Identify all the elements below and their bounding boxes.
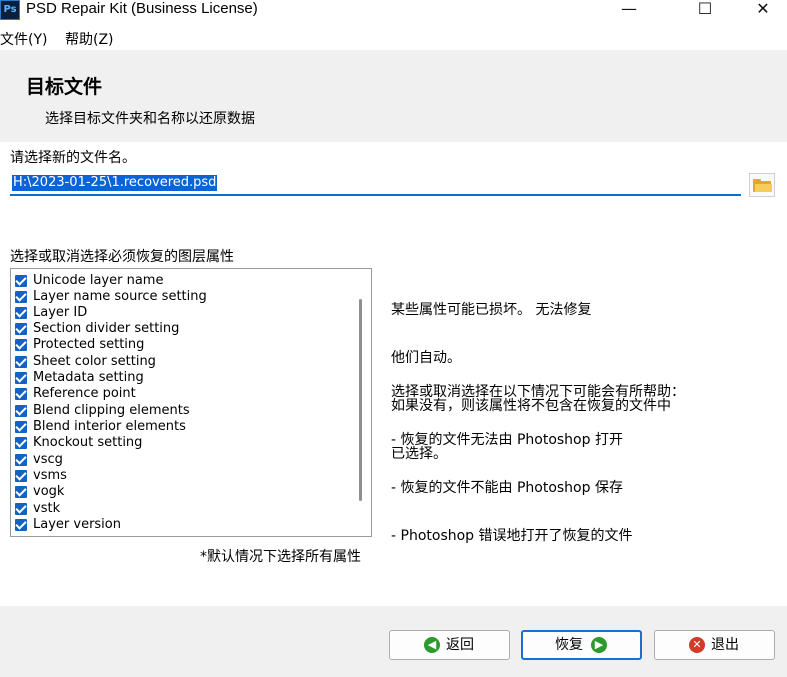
checkbox-checked[interactable] (15, 405, 27, 417)
app-icon: Ps (0, 0, 20, 20)
filename-input[interactable]: H:\2023-01-25\1.recovered.psd (10, 172, 741, 196)
window-title: PSD Repair Kit (Business License) (26, 0, 258, 17)
help-text-cases: 选择或取消选择在以下情况下可能会有所帮助： - 恢复的文件无法由 Photosh… (391, 384, 685, 544)
checkbox-checked[interactable] (15, 519, 27, 531)
wizard-header: 目标文件 选择目标文件夹和名称以还原数据 (0, 50, 787, 142)
checkbox-checked[interactable] (15, 470, 27, 482)
close-icon: ✕ (756, 0, 770, 18)
back-button[interactable]: ◀ 返回 (389, 630, 510, 660)
recover-button[interactable]: 恢复 ▶ (521, 630, 642, 660)
checkbox-checked[interactable] (15, 339, 27, 351)
checkbox-checked[interactable] (15, 421, 27, 433)
maximize-button[interactable]: ☐ (682, 0, 728, 20)
checkbox-checked[interactable] (15, 323, 27, 335)
filename-label: 请选择新的文件名。 (10, 150, 136, 166)
checkbox-checked[interactable] (15, 275, 27, 287)
list-scrollbar[interactable] (359, 299, 362, 501)
page-subtitle: 选择目标文件夹和名称以还原数据 (45, 111, 255, 127)
maximize-icon: ☐ (697, 0, 713, 18)
exit-button[interactable]: ✕ 退出 (654, 630, 775, 660)
attributes-checklist: Unicode layer name Layer name source set… (10, 268, 372, 537)
checkbox-checked[interactable] (15, 437, 27, 449)
page-title: 目标文件 (26, 76, 103, 98)
attributes-label: 选择或取消选择必须恢复的图层属性 (10, 249, 234, 265)
checkbox-checked[interactable] (15, 503, 27, 515)
menu-help[interactable]: 帮助(Z) (65, 30, 114, 50)
minimize-icon: — (621, 0, 637, 18)
checkbox-checked[interactable] (15, 372, 27, 384)
checkbox-checked[interactable] (15, 291, 27, 303)
forward-arrow-icon: ▶ (591, 637, 607, 653)
exit-icon: ✕ (689, 637, 705, 653)
default-selection-note: *默认情况下选择所有属性 (200, 549, 361, 565)
filename-value: H:\2023-01-25\1.recovered.psd (12, 175, 218, 191)
title-bar: Ps PSD Repair Kit (Business License) — ☐… (0, 0, 787, 28)
checkbox-checked[interactable] (15, 356, 27, 368)
checkbox-checked[interactable] (15, 454, 27, 466)
browse-folder-button[interactable] (749, 173, 775, 197)
menu-bar: 文件(Y) 帮助(Z) (0, 30, 787, 50)
menu-file[interactable]: 文件(Y) (0, 30, 47, 50)
back-arrow-icon: ◀ (424, 637, 440, 653)
minimize-button[interactable]: — (606, 0, 652, 20)
checkbox-checked[interactable] (15, 486, 27, 498)
checkbox-checked[interactable] (15, 388, 27, 400)
checkbox-checked[interactable] (15, 307, 27, 319)
close-button[interactable]: ✕ (740, 0, 786, 20)
